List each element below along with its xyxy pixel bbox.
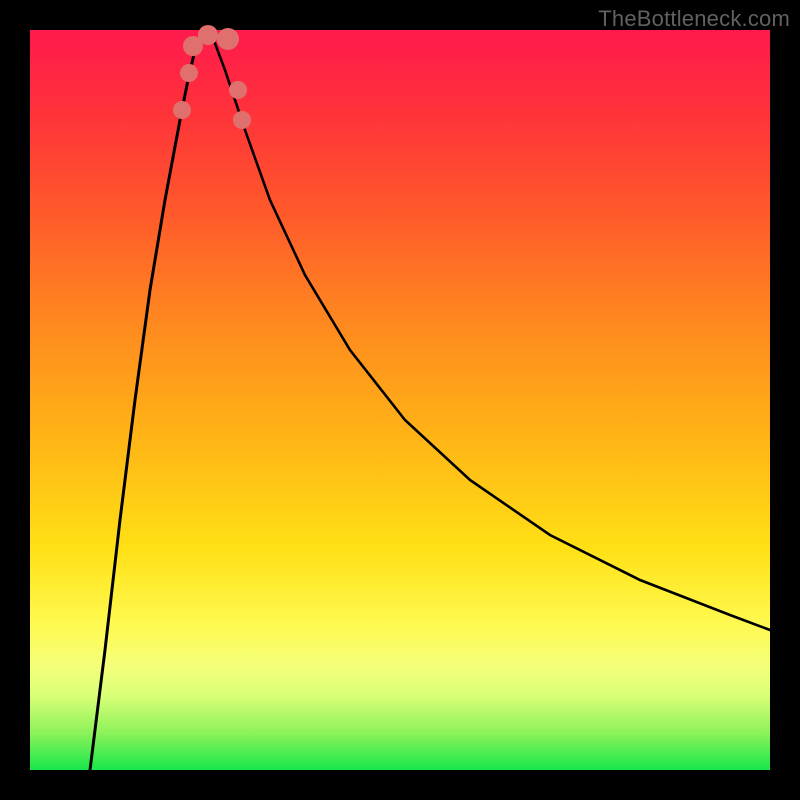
marker-dot: [217, 28, 239, 50]
marker-dot: [180, 64, 198, 82]
plot-area: [30, 30, 770, 770]
watermark-text: TheBottleneck.com: [598, 6, 790, 32]
marker-dot: [198, 25, 218, 45]
marker-dot: [233, 111, 251, 129]
right-curve: [210, 30, 770, 630]
marker-dot: [229, 81, 247, 99]
marker-group: [173, 25, 251, 129]
left-curve: [90, 30, 210, 770]
chart-frame: TheBottleneck.com: [0, 0, 800, 800]
marker-dot: [173, 101, 191, 119]
curve-layer: [30, 30, 770, 770]
